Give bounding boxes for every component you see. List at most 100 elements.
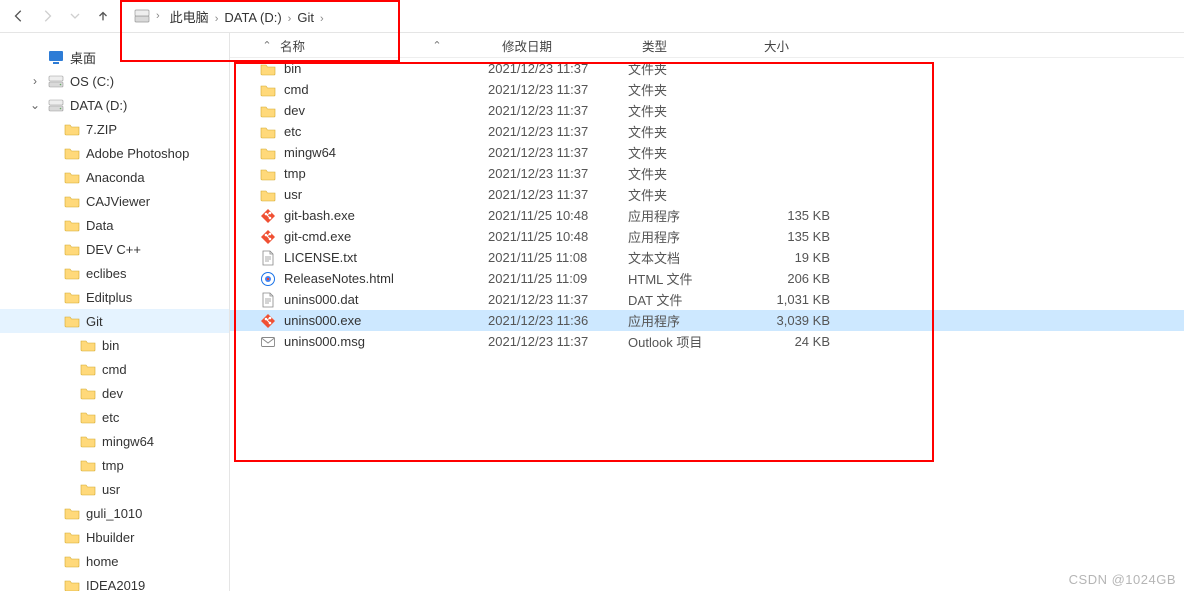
tree-item-label: mingw64 [102, 434, 225, 449]
file-size: 19 KB [750, 250, 840, 265]
expand-chevron-icon[interactable]: › [28, 74, 42, 88]
tree-item[interactable]: etc [0, 405, 229, 429]
tree-item-label: Anaconda [86, 170, 225, 185]
file-size: 206 KB [750, 271, 840, 286]
git-icon [260, 229, 276, 245]
file-row[interactable]: ReleaseNotes.html 2021/11/25 11:09HTML 文件… [230, 268, 1184, 289]
file-list-pane: ⌃ 名称 ⌃ 修改日期 类型 大小 bin2021/12/23 11:37文件夹… [230, 33, 1184, 591]
file-name: tmp [284, 166, 306, 181]
file-type: 文件夹 [628, 164, 750, 183]
folder-icon [64, 553, 80, 569]
file-row[interactable]: git-bash.exe2021/11/25 10:48应用程序135 KB [230, 205, 1184, 226]
expand-chevron-icon[interactable]: ⌄ [28, 98, 42, 112]
folder-icon [64, 241, 80, 257]
column-size-header[interactable]: 大小 [764, 36, 854, 55]
file-row[interactable]: tmp2021/12/23 11:37文件夹 [230, 163, 1184, 184]
file-date: 2021/11/25 11:08 [488, 250, 628, 265]
tree-item-label: guli_1010 [86, 506, 225, 521]
file-type: Outlook 项目 [628, 332, 750, 351]
file-row[interactable]: dev2021/12/23 11:37文件夹 [230, 100, 1184, 121]
file-row[interactable]: etc2021/12/23 11:37文件夹 [230, 121, 1184, 142]
address-bar[interactable]: › 此电脑›DATA (D:)›Git› [128, 4, 332, 28]
recent-button[interactable] [64, 5, 86, 27]
file-name: dev [284, 103, 305, 118]
tree-item-label: Data [86, 218, 225, 233]
tree-item-label: DATA (D:) [70, 98, 225, 113]
breadcrumb-item[interactable]: 此电脑 [166, 8, 213, 27]
tree-item[interactable]: CAJViewer [0, 189, 229, 213]
up-button[interactable] [92, 5, 114, 27]
file-type: 文件夹 [628, 59, 750, 78]
tree-item[interactable]: home [0, 549, 229, 573]
folder-icon [64, 529, 80, 545]
file-rows: bin2021/12/23 11:37文件夹cmd2021/12/23 11:3… [230, 58, 1184, 352]
file-row[interactable]: unins000.msg2021/12/23 11:37Outlook 项目24… [230, 331, 1184, 352]
text-file-icon [260, 250, 276, 266]
tree-item[interactable]: Data [0, 213, 229, 237]
tree-item-label: eclibes [86, 266, 225, 281]
file-row[interactable]: LICENSE.txt2021/11/25 11:08文本文档19 KB [230, 247, 1184, 268]
file-name: ReleaseNotes.html [284, 271, 394, 286]
column-date-header[interactable]: 修改日期 [502, 36, 642, 55]
back-button[interactable] [8, 5, 30, 27]
tree-item-label: home [86, 554, 225, 569]
tree-item[interactable]: dev [0, 381, 229, 405]
file-row[interactable]: unins000.exe2021/12/23 11:36应用程序3,039 KB [230, 310, 1184, 331]
breadcrumb-item[interactable]: Git [293, 8, 318, 27]
column-headers[interactable]: ⌃ 名称 ⌃ 修改日期 类型 大小 [230, 33, 1184, 58]
file-size: 3,039 KB [750, 313, 840, 328]
folder-icon [64, 265, 80, 281]
folder-tree[interactable]: 桌面 › OS (C:) ⌄ DATA (D:) 7.ZIP Adobe Photoshop… [0, 33, 230, 591]
tree-item[interactable]: Git [0, 309, 229, 333]
tree-item[interactable]: cmd [0, 357, 229, 381]
file-row[interactable]: git-cmd.exe2021/11/25 10:48应用程序135 KB [230, 226, 1184, 247]
column-type-header[interactable]: 类型 [642, 36, 764, 55]
tree-item[interactable]: guli_1010 [0, 501, 229, 525]
tree-item[interactable]: IDEA2019 [0, 573, 229, 591]
breadcrumb-item[interactable]: DATA (D:) [220, 8, 285, 27]
folder-icon [80, 337, 96, 353]
forward-button[interactable] [36, 5, 58, 27]
tree-item[interactable]: tmp [0, 453, 229, 477]
file-row[interactable]: usr2021/12/23 11:37文件夹 [230, 184, 1184, 205]
drive-icon [134, 8, 150, 24]
tree-item[interactable]: bin [0, 333, 229, 357]
chevron-right-icon: › [154, 10, 162, 22]
tree-item-label: CAJViewer [86, 194, 225, 209]
file-type: HTML 文件 [628, 269, 750, 288]
folder-icon [260, 82, 276, 98]
column-name-header[interactable]: 名称 [280, 36, 305, 55]
tree-item[interactable]: › OS (C:) [0, 69, 229, 93]
tree-item[interactable]: Editplus [0, 285, 229, 309]
file-row[interactable]: unins000.dat2021/12/23 11:37DAT 文件1,031 … [230, 289, 1184, 310]
file-size: 135 KB [750, 229, 840, 244]
tree-item[interactable]: Anaconda [0, 165, 229, 189]
file-row[interactable]: mingw642021/12/23 11:37文件夹 [230, 142, 1184, 163]
file-date: 2021/11/25 10:48 [488, 208, 628, 223]
file-row[interactable]: cmd2021/12/23 11:37文件夹 [230, 79, 1184, 100]
tree-item-label: dev [102, 386, 225, 401]
file-name: etc [284, 124, 301, 139]
tree-item[interactable]: mingw64 [0, 429, 229, 453]
folder-icon [80, 385, 96, 401]
folder-icon [64, 121, 80, 137]
tree-item-label: OS (C:) [70, 74, 225, 89]
tree-item[interactable]: usr [0, 477, 229, 501]
file-date: 2021/11/25 11:09 [488, 271, 628, 286]
tree-item[interactable]: Adobe Photoshop [0, 141, 229, 165]
tree-item[interactable]: eclibes [0, 261, 229, 285]
tree-item-label: tmp [102, 458, 225, 473]
tree-item[interactable]: DEV C++ [0, 237, 229, 261]
file-date: 2021/12/23 11:37 [488, 292, 628, 307]
tree-item[interactable]: Hbuilder [0, 525, 229, 549]
tree-item[interactable]: 桌面 [0, 45, 229, 69]
folder-icon [80, 409, 96, 425]
file-row[interactable]: bin2021/12/23 11:37文件夹 [230, 58, 1184, 79]
file-type: 文件夹 [628, 143, 750, 162]
tree-item[interactable]: ⌄ DATA (D:) [0, 93, 229, 117]
file-type: 文件夹 [628, 80, 750, 99]
tree-item-label: Adobe Photoshop [86, 146, 225, 161]
breadcrumb-container: 此电脑›DATA (D:)›Git› [166, 7, 326, 26]
html-file-icon [260, 271, 276, 287]
tree-item[interactable]: 7.ZIP [0, 117, 229, 141]
